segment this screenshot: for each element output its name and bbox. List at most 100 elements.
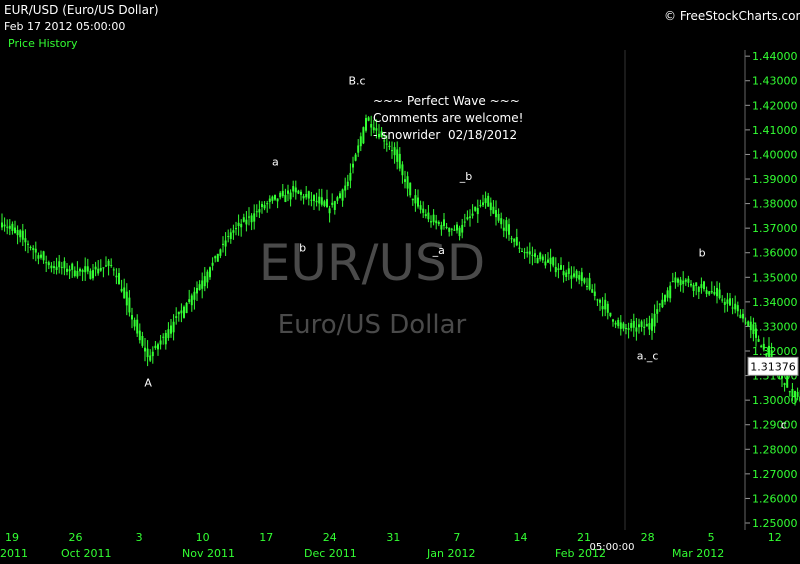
candle-body: [94, 266, 97, 270]
candle-body: [445, 226, 448, 229]
candle-body: [401, 164, 404, 176]
candle-body: [687, 278, 690, 283]
candle-body: [606, 303, 609, 313]
x-axis-day-label: 5: [708, 531, 715, 544]
candle-body: [718, 289, 721, 299]
current-price-label: 1.31376: [750, 360, 796, 373]
candle-body: [110, 265, 113, 267]
candle-body: [276, 198, 279, 202]
candle-body: [593, 291, 596, 297]
price-history-label[interactable]: Price History: [8, 37, 77, 50]
candle-body: [417, 197, 419, 207]
candle-body: [307, 191, 310, 199]
candle-body: [786, 375, 789, 388]
candle-body: [172, 321, 175, 333]
candle-body: [222, 243, 224, 245]
candle-body: [162, 336, 165, 338]
candle-body: [11, 223, 14, 231]
candle-body: [328, 208, 331, 214]
candle-body: [14, 227, 16, 234]
y-axis-tick-label: 1.26000: [752, 492, 798, 505]
candle-body: [393, 147, 396, 156]
candle-body: [783, 383, 786, 386]
candle-body: [474, 206, 477, 211]
candle-body: [302, 196, 305, 199]
candle-body: [609, 312, 612, 317]
x-axis-day-label: 12: [768, 531, 782, 544]
candle-body: [409, 182, 412, 196]
candle-body: [333, 201, 336, 210]
x-axis-month-label: Mar 2012: [672, 547, 724, 560]
chart-area[interactable]: EUR/USD Euro/US Dollar 1.25000 1.26000 1.270…: [0, 0, 800, 560]
candle-body: [747, 321, 750, 327]
candle-body: [76, 270, 79, 277]
candle-body: [796, 391, 799, 397]
candle-body: [510, 238, 513, 240]
candle-body: [3, 224, 6, 227]
candle-body: [619, 322, 622, 329]
candle-body: [586, 286, 588, 288]
candle-body: [341, 189, 344, 201]
candle-body: [482, 202, 484, 206]
candle-body: [315, 200, 318, 203]
candle-body: [414, 195, 417, 204]
candle-body: [323, 201, 326, 206]
candle-body: [427, 212, 430, 220]
candle-body: [115, 275, 118, 278]
candle-body: [16, 230, 19, 236]
comment-line-1: ~~~ Perfect Wave ~~~: [373, 94, 520, 108]
candle-body: [336, 197, 339, 201]
y-axis-tick-label: 1.43000: [752, 75, 798, 88]
candle-body: [133, 319, 136, 327]
candle-body: [310, 199, 313, 201]
candle-body: [557, 268, 560, 271]
comment-line-2: Comments are welcome!: [373, 111, 524, 125]
candle-body: [279, 192, 282, 198]
y-axis-tick-label: 1.44000: [752, 50, 798, 63]
candle-body: [136, 319, 139, 334]
x-axis-month-label: Nov 2011: [182, 547, 235, 560]
chart-title: EUR/USD (Euro/US Dollar): [4, 3, 159, 17]
candle-body: [141, 336, 144, 346]
candle-body: [164, 332, 167, 345]
candle-body: [107, 260, 110, 266]
candle-body: [430, 221, 432, 223]
price-chart[interactable]: EUR/USD Euro/US Dollar 1.25000 1.26000 1.270…: [0, 0, 800, 560]
x-axis-day-label: 7: [453, 531, 460, 544]
candle-body: [68, 269, 71, 272]
candle-body: [463, 221, 466, 223]
x-axis-month-label: Dec 2011: [304, 547, 357, 560]
candle-body: [554, 266, 557, 273]
candle-body: [669, 285, 672, 299]
candle-body: [118, 273, 120, 285]
candle-body: [734, 303, 737, 310]
wave-label: A: [144, 377, 152, 390]
candle-body: [365, 118, 367, 131]
candle-body: [362, 127, 365, 144]
candle-body: [37, 255, 40, 259]
candle-body: [765, 353, 768, 357]
candle-body: [313, 195, 315, 202]
candle-body: [755, 328, 757, 338]
candle-body: [367, 117, 370, 121]
candle-body: [89, 270, 92, 279]
candle-body: [731, 307, 734, 309]
chart-timestamp: Feb 17 2012 05:00:00: [4, 20, 126, 33]
watermark-name: Euro/US Dollar: [278, 310, 467, 340]
candle-body: [448, 227, 451, 232]
candle-body: [497, 213, 500, 221]
candle-body: [437, 221, 440, 225]
candle-body: [492, 206, 495, 214]
candle-body: [354, 154, 357, 161]
y-axis-tick-label: 1.33000: [752, 320, 798, 333]
candle-body: [63, 261, 66, 269]
candle-body: [560, 265, 562, 270]
candle-body: [729, 298, 731, 306]
x-axis-day-label: 24: [323, 531, 337, 544]
candle-body: [86, 266, 89, 272]
candle-body: [466, 217, 469, 220]
candle-body: [388, 145, 391, 147]
candle-body: [617, 319, 620, 327]
candle-body: [253, 213, 256, 222]
candle-body: [690, 283, 692, 286]
